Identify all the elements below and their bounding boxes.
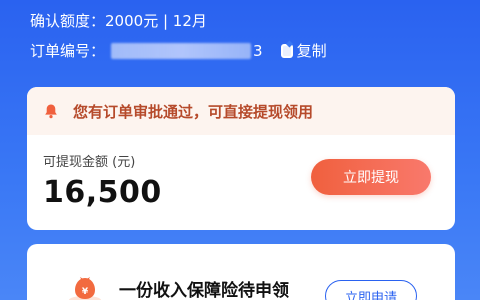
copy-icon bbox=[280, 43, 293, 58]
confirmed-limit-value: 2000元 | 12月 bbox=[105, 12, 207, 30]
copy-button[interactable]: 复制 bbox=[280, 40, 327, 61]
insurance-card: ¥ 一份收入保障险待申领 立即申请 bbox=[27, 244, 455, 300]
svg-text:¥: ¥ bbox=[82, 287, 89, 297]
approval-notice: 您有订单审批通过，可直接提现领用 bbox=[27, 87, 455, 135]
apply-now-button[interactable]: 立即申请 bbox=[325, 280, 417, 300]
withdraw-card: 您有订单审批通过，可直接提现领用 可提现金额 (元) 16,500 立即提现 bbox=[27, 87, 455, 230]
money-bag-icon: ¥ bbox=[69, 277, 101, 300]
bell-icon bbox=[45, 104, 57, 119]
order-number-label: 订单编号： bbox=[30, 42, 106, 60]
order-number-suffix: 3 bbox=[253, 41, 263, 60]
order-number-masked bbox=[111, 42, 252, 59]
order-number-row: 订单编号： 3 复制 bbox=[30, 40, 327, 61]
copy-label: 复制 bbox=[296, 42, 327, 60]
insurance-title: 一份收入保障险待申领 bbox=[119, 281, 289, 300]
withdraw-now-button[interactable]: 立即提现 bbox=[311, 159, 431, 195]
withdraw-amount-value: 16,500 bbox=[43, 175, 162, 210]
confirmed-limit-label: 确认额度： bbox=[30, 12, 106, 30]
approval-notice-text: 您有订单审批通过，可直接提现领用 bbox=[73, 102, 314, 121]
confirmed-limit-row: 确认额度： 2000元 | 12月 bbox=[30, 10, 207, 31]
withdraw-amount-label: 可提现金额 (元) bbox=[43, 155, 136, 170]
